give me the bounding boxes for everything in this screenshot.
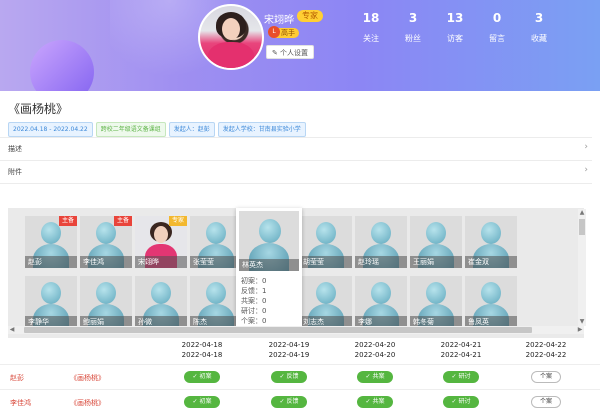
stage-button[interactable]: ✓ 研讨 (443, 371, 479, 383)
lesson-title: 《画杨桃》 (8, 102, 69, 116)
stage-button[interactable]: ✓ 共案 (357, 371, 393, 383)
arrow-up-icon[interactable]: ▲ (578, 209, 586, 217)
host-badge: 主备 (113, 216, 132, 226)
participant-name: 赵玲瑶 (355, 256, 407, 268)
participant-tile[interactable]: 崔金双 (465, 216, 517, 268)
tag-group: 跨校二年级语文备课组 (95, 122, 166, 137)
schedule-row: 李佳鸿 《画杨桃》 ✓ 初案 ✓ 反馈 ✓ 共案 ✓ 研讨 个案 (0, 389, 600, 414)
participant-tile[interactable]: 刘志杰 (300, 276, 352, 328)
stage-button[interactable]: ✓ 共案 (357, 396, 393, 408)
participant-popup: 林英杰 初案：0 反馈：1 共案：0 研讨：0 个案：0 (236, 208, 302, 326)
expert-badge: 专家 (168, 216, 187, 226)
person-icon (151, 282, 171, 304)
date-col-2: 2022-04-19 2022-04-19 (268, 341, 310, 359)
stage-button[interactable]: 个案 (531, 371, 561, 383)
arrow-down-icon[interactable]: ▼ (578, 318, 586, 326)
participant-tile[interactable]: 胡莹莹 (300, 216, 352, 268)
stat-messages[interactable]: 0 留言 (477, 11, 517, 44)
participant-name: 李佳鸿 (80, 256, 132, 268)
person-icon (481, 282, 501, 304)
participant-name: 张莹莹 (190, 256, 242, 268)
gallery-scrollbar-horizontal[interactable]: ◀ ▶ (8, 326, 584, 334)
participant-name: 崔金双 (465, 256, 517, 268)
date-col-1: 2022-04-18 2022-04-18 (181, 341, 223, 359)
person-icon (481, 222, 501, 244)
personal-settings-button[interactable]: ✎ 个人设置 (266, 45, 314, 59)
avatar[interactable] (198, 4, 264, 70)
person-icon (259, 219, 281, 243)
tag-date-range: 2022.04.18 - 2022.04.22 (8, 122, 93, 137)
participant-name: 胡莹莹 (300, 256, 352, 268)
participant-tile[interactable]: 林英杰 (239, 211, 299, 271)
schedule-row: 赵彭 《画杨桃》 ✓ 初案 ✓ 反馈 ✓ 共案 ✓ 研讨 个案 (0, 364, 600, 389)
arrow-right-icon[interactable]: ▶ (576, 326, 584, 334)
date-col-3: 2022-04-20 2022-04-20 (354, 341, 396, 359)
participant-tile[interactable]: 鲍丽娟 (80, 276, 132, 328)
user-name: 宋翊晔 (264, 15, 294, 26)
participant-tile[interactable]: 李静华 (25, 276, 77, 328)
stage-button[interactable]: 个案 (531, 396, 561, 408)
person-icon (316, 222, 336, 244)
participant-tile[interactable]: 鲁凤英 (465, 276, 517, 328)
person-icon (371, 282, 391, 304)
participant-tile[interactable]: 赵玲瑶 (355, 216, 407, 268)
participant-tile[interactable]: 李佳鸿 主备 (80, 216, 132, 268)
participant-tile[interactable]: 宋翊晔 专家 (135, 216, 187, 268)
lesson-tags: 2022.04.18 - 2022.04.22 跨校二年级语文备课组 发起人：赵… (8, 122, 306, 137)
stage-button[interactable]: ✓ 研讨 (443, 396, 479, 408)
decor-circle (30, 40, 94, 91)
date-col-4: 2022-04-21 2022-04-21 (440, 341, 482, 359)
row-attachments[interactable]: 附件 › (0, 160, 592, 184)
lesson-title-link[interactable]: 《画杨桃》 (70, 398, 105, 408)
tag-initiator-school: 发起人学校：甘南县实验小学 (217, 122, 306, 137)
participant-tile[interactable]: 李娜 (355, 276, 407, 328)
settings-icon: ✎ (271, 49, 278, 57)
participant-tile[interactable]: 陈杰 (190, 276, 242, 328)
person-icon (371, 222, 391, 244)
date-col-5: 2022-04-22 2022-04-22 (525, 341, 567, 359)
chevron-right-icon: › (584, 165, 588, 175)
chevron-right-icon: › (584, 142, 588, 152)
arrow-left-icon[interactable]: ◀ (8, 326, 16, 334)
stage-button[interactable]: ✓ 反馈 (271, 371, 307, 383)
stage-button[interactable]: ✓ 初案 (184, 396, 220, 408)
tag-initiator: 发起人：赵彭 (168, 122, 215, 137)
lesson-title-link[interactable]: 《画杨桃》 (70, 373, 105, 383)
person-icon (206, 222, 226, 244)
person-name-link[interactable]: 李佳鸿 (10, 398, 31, 408)
expert-badge: 专家 (297, 10, 323, 22)
participant-tile[interactable]: 韩冬菊 (410, 276, 462, 328)
participant-tile[interactable]: 孙微 (135, 276, 187, 328)
person-icon (426, 282, 446, 304)
stage-button[interactable]: ✓ 反馈 (271, 396, 307, 408)
participant-tile[interactable]: 赵彭 主备 (25, 216, 77, 268)
stat-follow[interactable]: 18 关注 (351, 11, 391, 44)
level-badge: L 高手 (268, 26, 299, 38)
participant-tile[interactable]: 张莹莹 (190, 216, 242, 268)
stat-fans[interactable]: 3 粉丝 (393, 11, 433, 44)
stat-visitors[interactable]: 13 访客 (435, 11, 475, 44)
participant-name: 王丽娟 (410, 256, 462, 268)
participant-name: 宋翊晔 (135, 256, 187, 268)
stage-button[interactable]: ✓ 初案 (184, 371, 220, 383)
person-name-link[interactable]: 赵彭 (10, 373, 24, 383)
participant-name: 赵彭 (25, 256, 77, 268)
person-icon (206, 282, 226, 304)
person-icon (426, 222, 446, 244)
level-icon: L (268, 26, 280, 38)
host-badge: 主备 (58, 216, 77, 226)
person-icon (316, 282, 336, 304)
person-icon (41, 282, 61, 304)
stat-favorites[interactable]: 3 收藏 (519, 11, 559, 44)
gallery-scrollbar-vertical[interactable]: ▲ ▼ (578, 209, 586, 326)
participant-tile[interactable]: 王丽娟 (410, 216, 462, 268)
person-icon (96, 282, 116, 304)
row-description[interactable]: 描述 › (0, 137, 592, 161)
